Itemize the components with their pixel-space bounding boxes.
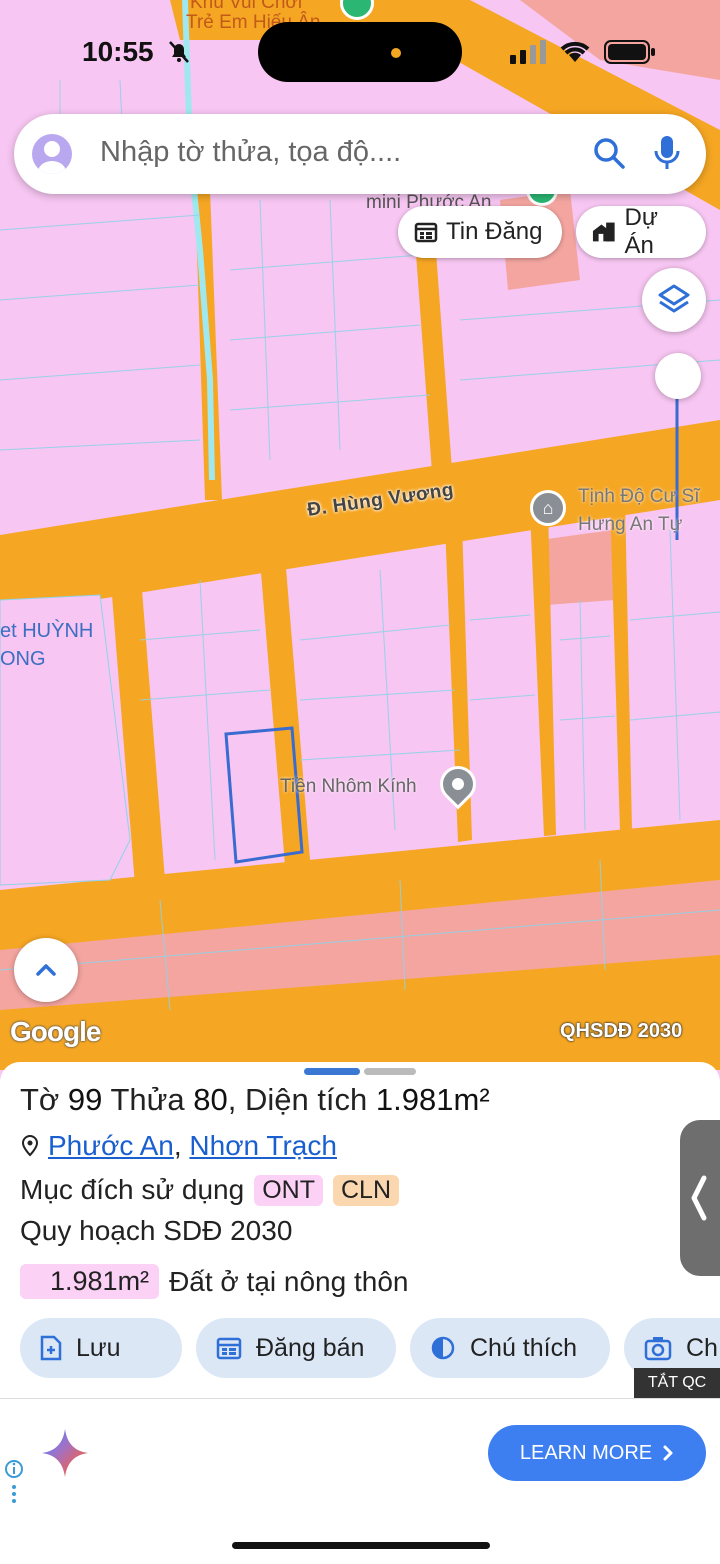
parcel-title: Tờ 99 Thửa 80, Diện tích 1.981m² bbox=[20, 1082, 490, 1117]
search-bar[interactable]: Nhập tờ thửa, tọa độ.... bbox=[14, 114, 706, 194]
purpose-row: Mục đích sử dụng ONT CLN bbox=[20, 1174, 399, 1206]
file-add-icon bbox=[40, 1335, 62, 1361]
search-input[interactable]: Nhập tờ thửa, tọa độ.... bbox=[100, 136, 401, 169]
purpose-label: Mục đích sử dụng bbox=[20, 1174, 245, 1205]
building-icon bbox=[592, 222, 615, 242]
sheet-page-indicator[interactable] bbox=[364, 1068, 416, 1075]
layers-button[interactable] bbox=[642, 268, 706, 332]
save-button-label: Lưu bbox=[76, 1333, 121, 1362]
chevron-up-icon bbox=[36, 964, 56, 976]
calendar-icon bbox=[216, 1337, 242, 1360]
capture-button-label: Ch bbox=[686, 1333, 718, 1362]
plan-row: 1.981m² Đất ở tại nông thôn bbox=[20, 1264, 408, 1299]
camera-icon bbox=[644, 1337, 672, 1361]
plan-label: Quy hoạch SDĐ 2030 bbox=[20, 1215, 293, 1246]
purpose-tag-cln[interactable]: CLN bbox=[332, 1174, 399, 1206]
learn-more-label: LEARN MORE bbox=[519, 1441, 653, 1464]
silent-bell-icon bbox=[168, 40, 190, 69]
news-chip[interactable]: Tin Đăng bbox=[398, 206, 562, 258]
area-label: Diện tích bbox=[244, 1082, 368, 1117]
ad-info-icon[interactable] bbox=[4, 1459, 24, 1512]
learn-more-button[interactable]: LEARN MORE bbox=[488, 1425, 706, 1481]
contrast-icon bbox=[431, 1336, 455, 1360]
purpose-tag-ont[interactable]: ONT bbox=[254, 1174, 323, 1206]
temple-pin-icon[interactable]: ⌂ bbox=[530, 490, 566, 526]
status-bar: 10:55 bbox=[0, 0, 720, 100]
map-label-market2: ONG bbox=[0, 648, 46, 670]
wifi-icon bbox=[558, 38, 592, 69]
sheet-label: Tờ bbox=[20, 1082, 60, 1117]
location-pin-icon bbox=[21, 1134, 39, 1157]
map-label-market1: et HUỲNH bbox=[0, 620, 94, 642]
privacy-indicator-icon bbox=[391, 48, 401, 58]
expand-button[interactable] bbox=[14, 938, 78, 1002]
legend-button-label: Chú thích bbox=[470, 1333, 578, 1362]
google-attribution: Google bbox=[10, 1016, 101, 1047]
projects-chip[interactable]: Dự Án bbox=[576, 204, 706, 259]
hide-ads-button[interactable]: TẮT QC bbox=[634, 1368, 720, 1398]
plan-use: Đất ở tại nông thôn bbox=[169, 1265, 409, 1297]
plan-badge: QHSDĐ 2030 bbox=[560, 1020, 683, 1042]
dynamic-island bbox=[258, 22, 462, 82]
district-link[interactable]: Nhơn Trạch bbox=[189, 1130, 337, 1161]
layers-icon bbox=[658, 284, 690, 313]
area-value: 1.981m² bbox=[375, 1082, 490, 1117]
calendar-list-icon bbox=[414, 222, 438, 243]
map-label-temple2: Hưng An Tự bbox=[578, 514, 683, 535]
news-chip-label: Tin Đăng bbox=[446, 218, 543, 245]
side-drawer-handle[interactable] bbox=[680, 1120, 720, 1276]
chevron-left-icon bbox=[691, 1175, 707, 1221]
bottom-safe-area bbox=[0, 1506, 720, 1564]
plot-label: Thửa bbox=[110, 1082, 185, 1117]
location-line: Phước An, Nhơn Trạch bbox=[20, 1130, 337, 1162]
post-sale-button-label: Đăng bán bbox=[256, 1333, 365, 1362]
sparkle-logo-icon bbox=[42, 1429, 88, 1482]
ward-link[interactable]: Phước An bbox=[48, 1130, 174, 1161]
avatar[interactable] bbox=[32, 134, 72, 174]
projects-chip-label: Dự Án bbox=[624, 204, 658, 259]
microphone-icon[interactable] bbox=[652, 134, 682, 177]
sheet-page-indicator-active[interactable] bbox=[304, 1068, 360, 1075]
signal-icon bbox=[510, 40, 548, 69]
status-time: 10:55 bbox=[82, 36, 154, 67]
home-indicator[interactable] bbox=[232, 1542, 490, 1549]
plot-number: 80 bbox=[193, 1082, 228, 1117]
search-icon[interactable] bbox=[592, 136, 626, 175]
legend-button[interactable]: Chú thích bbox=[410, 1318, 610, 1378]
post-sale-button[interactable]: Đăng bán bbox=[196, 1318, 396, 1378]
map-label-temple1: Tịnh Độ Cư Sĩ bbox=[578, 486, 700, 507]
opacity-slider-thumb[interactable] bbox=[655, 353, 701, 399]
save-button[interactable]: Lưu bbox=[20, 1318, 182, 1378]
battery-icon bbox=[604, 40, 656, 69]
chevron-right-icon bbox=[663, 1445, 673, 1461]
map-label-shop: Tiền Nhôm Kính bbox=[280, 776, 417, 797]
plan-area-tag: 1.981m² bbox=[20, 1264, 160, 1299]
sheet-number: 99 bbox=[67, 1082, 103, 1117]
